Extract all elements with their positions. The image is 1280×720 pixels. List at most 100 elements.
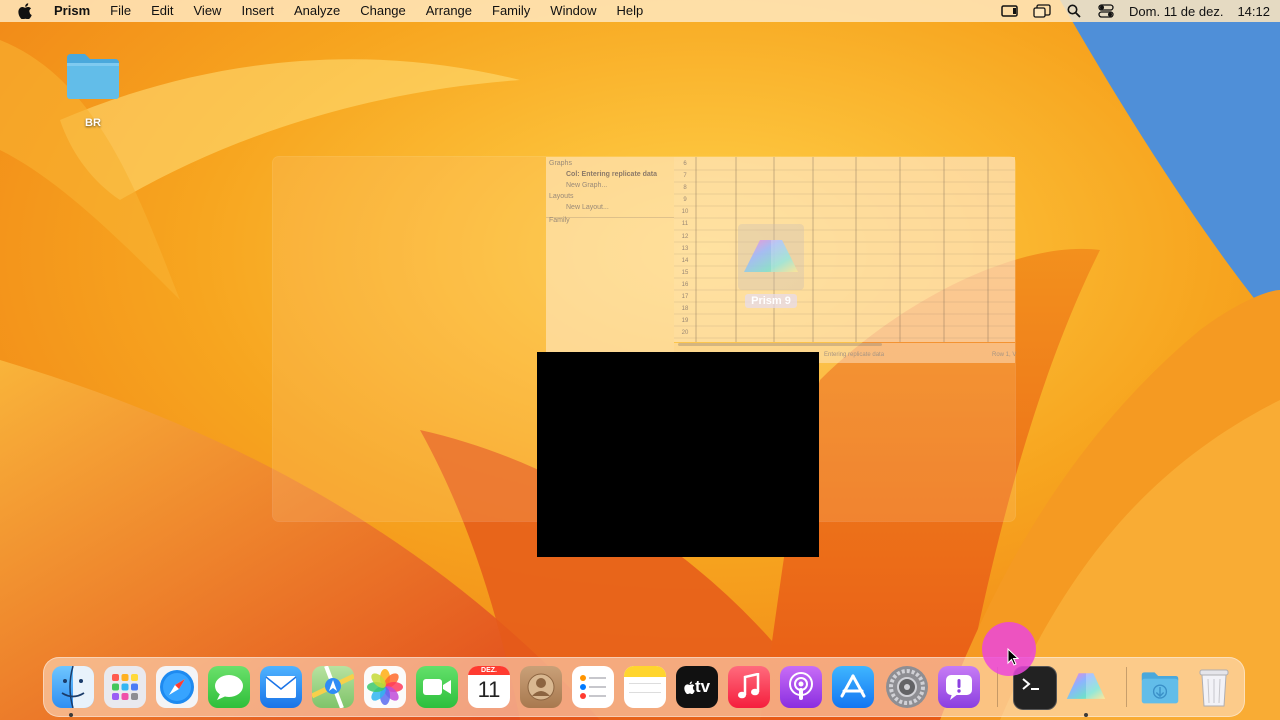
dock-photos[interactable] bbox=[364, 666, 406, 708]
notes-icon bbox=[624, 666, 666, 677]
row-number: 12 bbox=[681, 233, 689, 240]
row-number-column: 6 7 8 9 10 11 12 13 14 15 16 17 18 19 20 bbox=[674, 157, 696, 339]
dock-facetime[interactable] bbox=[416, 666, 458, 708]
menu-family[interactable]: Family bbox=[482, 0, 540, 22]
dock-tv[interactable]: tv bbox=[676, 666, 718, 708]
nav-graph-item[interactable]: Col: Entering replicate data bbox=[566, 171, 657, 178]
row-number: 11 bbox=[681, 221, 689, 228]
contacts-icon bbox=[527, 673, 555, 701]
launchpad-icon bbox=[112, 674, 138, 700]
row-number: 16 bbox=[681, 281, 689, 288]
dock-podcasts[interactable] bbox=[780, 666, 822, 708]
dock-app-store[interactable] bbox=[832, 666, 874, 708]
grid-lines bbox=[674, 157, 1015, 342]
menu-insert[interactable]: Insert bbox=[231, 0, 284, 22]
nav-new-graph[interactable]: New Graph... bbox=[566, 182, 607, 189]
menu-file[interactable]: File bbox=[100, 0, 141, 22]
mail-icon bbox=[265, 676, 297, 698]
status-bar-text: Entering replicate data bbox=[824, 352, 885, 358]
row-number: 14 bbox=[681, 257, 689, 264]
dock-music[interactable] bbox=[728, 666, 770, 708]
data-table-grid[interactable]: 6 7 8 9 10 11 12 13 14 15 16 17 18 19 20 bbox=[674, 157, 1015, 342]
dock-system-settings[interactable] bbox=[886, 666, 928, 708]
prism-9-drag-icon[interactable] bbox=[738, 224, 804, 290]
trash-icon bbox=[1199, 669, 1229, 707]
row-number: 15 bbox=[681, 269, 689, 276]
menu-change[interactable]: Change bbox=[350, 0, 416, 22]
prism-running-indicator bbox=[1084, 713, 1088, 717]
feedback-assistant-icon bbox=[946, 675, 972, 700]
dock-prism[interactable] bbox=[1065, 666, 1107, 708]
menu-app-name[interactable]: Prism bbox=[48, 0, 100, 22]
dock-reminders[interactable] bbox=[572, 666, 614, 708]
nav-new-layout[interactable]: New Layout... bbox=[566, 204, 609, 211]
gear-icon bbox=[889, 669, 925, 705]
apple-menu-icon[interactable] bbox=[18, 3, 34, 19]
dock-downloads[interactable] bbox=[1139, 666, 1181, 708]
row-number: 7 bbox=[683, 173, 687, 180]
app-store-icon bbox=[840, 674, 866, 698]
terminal-icon bbox=[1022, 678, 1039, 690]
dock-finder[interactable] bbox=[52, 666, 94, 708]
finder-icon bbox=[61, 666, 94, 708]
dock-maps[interactable] bbox=[312, 666, 354, 708]
downloads-folder-icon bbox=[1141, 672, 1179, 704]
screen-mirroring-icon[interactable] bbox=[1001, 4, 1019, 18]
dock-messages[interactable] bbox=[208, 666, 250, 708]
menu-help[interactable]: Help bbox=[607, 0, 654, 22]
maps-icon bbox=[312, 666, 354, 708]
finder-running-indicator bbox=[69, 713, 73, 717]
safari-icon bbox=[160, 670, 194, 704]
dock-feedback-assistant[interactable] bbox=[938, 666, 980, 708]
row-number: 6 bbox=[683, 161, 687, 167]
row-number: 8 bbox=[683, 185, 687, 192]
search-icon[interactable] bbox=[1065, 4, 1083, 18]
row-number: 13 bbox=[681, 245, 689, 252]
dock-safari[interactable] bbox=[156, 666, 198, 708]
calendar-day: 11 bbox=[477, 677, 501, 702]
dock-notes[interactable] bbox=[624, 666, 666, 708]
row-number: 18 bbox=[681, 306, 689, 313]
row-number: 19 bbox=[681, 318, 689, 325]
messages-icon bbox=[215, 675, 243, 700]
nav-family-header[interactable]: Family bbox=[549, 217, 570, 224]
dock-trash[interactable] bbox=[1193, 666, 1235, 708]
nav-graphs-header[interactable]: Graphs bbox=[549, 160, 572, 167]
photos-icon bbox=[367, 669, 403, 705]
desktop-folder-label: BR bbox=[85, 117, 101, 129]
calendar-month: DEZ. bbox=[468, 666, 510, 675]
music-note-icon bbox=[738, 673, 760, 699]
prism-9-drag-label: Prism 9 bbox=[745, 294, 797, 308]
desktop-folder-br[interactable]: BR bbox=[58, 50, 128, 129]
menu-window[interactable]: Window bbox=[540, 0, 606, 22]
menu-edit[interactable]: Edit bbox=[141, 0, 183, 22]
facetime-icon bbox=[423, 679, 451, 695]
prism-logo-icon bbox=[1066, 673, 1106, 699]
mouse-pointer-icon bbox=[1007, 648, 1019, 666]
menu-view[interactable]: View bbox=[184, 0, 232, 22]
menu-analyze[interactable]: Analyze bbox=[284, 0, 350, 22]
row-number: 20 bbox=[681, 330, 689, 337]
nav-layouts-header[interactable]: Layouts bbox=[549, 193, 574, 200]
control-center-icon[interactable] bbox=[1097, 4, 1115, 18]
menu-bar-date[interactable]: Dom. 11 de dez. bbox=[1129, 4, 1223, 19]
apple-logo-icon bbox=[684, 680, 695, 694]
stage-manager-icon[interactable] bbox=[1033, 4, 1051, 18]
prism-logo-icon bbox=[744, 240, 798, 272]
row-number: 17 bbox=[681, 294, 689, 301]
horizontal-scrollbar[interactable] bbox=[678, 343, 882, 346]
dock-mail[interactable] bbox=[260, 666, 302, 708]
folder-icon bbox=[67, 54, 119, 99]
reminders-icon bbox=[580, 675, 606, 699]
dock-calendar[interactable]: DEZ. 11 bbox=[468, 666, 510, 708]
notes-icon-lines bbox=[629, 683, 661, 693]
menu-bar: Prism File Edit View Insert Analyze Chan… bbox=[0, 0, 1280, 22]
menu-bar-time[interactable]: 14:12 bbox=[1237, 4, 1270, 19]
dock-separator bbox=[1126, 667, 1127, 707]
dock-contacts[interactable] bbox=[520, 666, 562, 708]
navigator-pane: Graphs Col: Entering replicate data New … bbox=[546, 157, 674, 363]
podcasts-icon bbox=[789, 672, 813, 700]
row-number: 10 bbox=[681, 209, 689, 216]
menu-arrange[interactable]: Arrange bbox=[416, 0, 482, 22]
dock-launchpad[interactable] bbox=[104, 666, 146, 708]
